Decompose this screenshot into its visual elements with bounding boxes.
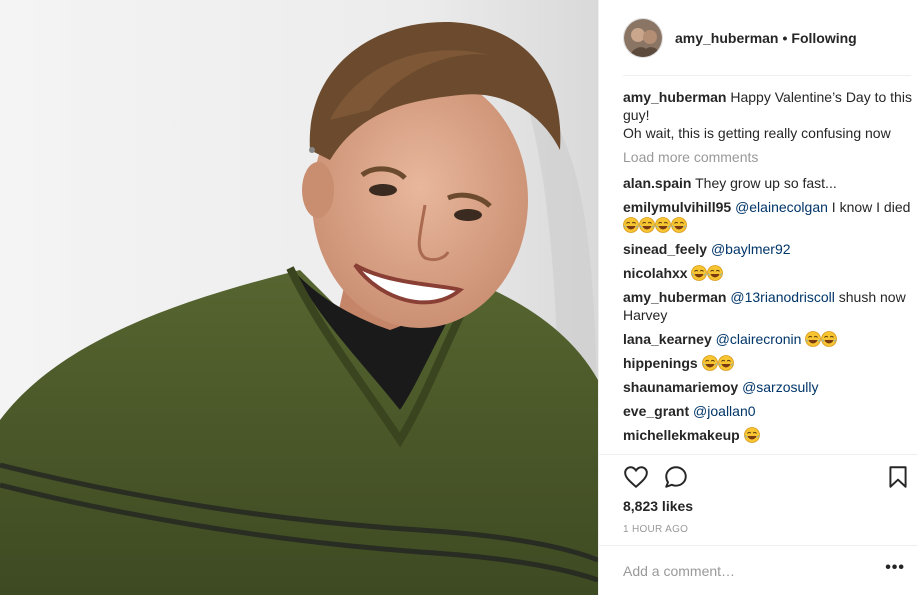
caption-line2: Oh wait, this is getting really confusin… [623, 125, 891, 141]
add-comment-input[interactable] [623, 559, 873, 583]
action-divider [599, 454, 918, 455]
comment-username[interactable]: michellekmakeup [623, 427, 740, 443]
following-button[interactable]: Following [791, 30, 856, 46]
comment-row: sinead_feely @baylmer92 [623, 240, 915, 258]
comment-mention-link[interactable]: @joallan0 [693, 403, 755, 419]
header-separator: • [782, 30, 788, 46]
caption: amy_huberman Happy Valentine’s Day to th… [623, 88, 915, 142]
comment-username[interactable]: nicolahxx [623, 265, 688, 281]
comments-list[interactable]: amy_huberman Happy Valentine’s Day to th… [623, 88, 915, 454]
comment-username[interactable]: emilymulvihill95 [623, 199, 731, 215]
laughing-emoji-icon [691, 265, 724, 281]
comment-text: I know I died [831, 199, 911, 215]
comment-username[interactable]: hippenings [623, 355, 698, 371]
laughing-emoji-icon [701, 355, 734, 371]
laughing-emoji-icon [623, 217, 687, 233]
bookmark-icon[interactable] [885, 464, 911, 490]
post-photo[interactable] [0, 0, 598, 595]
comment-row: michellekmakeup [623, 426, 915, 444]
more-options-button[interactable]: ••• [885, 559, 905, 577]
comment-username[interactable]: shaunamariemoy [623, 379, 738, 395]
comment-username[interactable]: alan.spain [623, 175, 691, 191]
header-username[interactable]: amy_huberman [675, 30, 778, 46]
comment-row: lana_kearney @clairecronin [623, 330, 915, 348]
post-side-panel: amy_huberman • Following amy_huberman Ha… [598, 0, 918, 595]
comment-mention-link[interactable]: @elainecolgan [735, 199, 828, 215]
post-timestamp[interactable]: 1 HOUR AGO [623, 524, 688, 535]
comment-text: They grow up so fast... [695, 175, 837, 191]
laughing-emoji-icon [805, 331, 838, 347]
add-comment-bar: ••• [599, 545, 918, 595]
likes-count[interactable]: 8,823 likes [623, 498, 693, 514]
comment-username[interactable]: amy_huberman [623, 289, 726, 305]
comment-row: eve_grant @joallan0 [623, 402, 915, 420]
comment-row: shaunamariemoy @sarzosully [623, 378, 915, 396]
comment-row: nicolahxx [623, 264, 915, 282]
avatar[interactable] [623, 18, 663, 58]
comment-username[interactable]: eve_grant [623, 403, 689, 419]
comment-row: alan.spain They grow up so fast... [623, 174, 915, 192]
header-divider [623, 75, 911, 76]
comment-mention-link[interactable]: @13rianodriscoll [730, 289, 834, 305]
comment-row: hippenings [623, 354, 915, 372]
portrait-illustration [0, 0, 598, 595]
post-header: amy_huberman • Following [599, 0, 918, 76]
comment-username[interactable]: sinead_feely [623, 241, 707, 257]
comment-mention-link[interactable]: @baylmer92 [711, 241, 791, 257]
action-bar [599, 454, 918, 494]
comment-mention-link[interactable]: @sarzosully [742, 379, 818, 395]
add-comment-divider [599, 545, 918, 546]
comment-row: amy_huberman @13rianodriscoll shush now … [623, 288, 915, 324]
comment-mention-link[interactable]: @clairecronin [716, 331, 802, 347]
caption-username[interactable]: amy_huberman [623, 89, 726, 105]
heart-icon[interactable] [623, 464, 649, 490]
load-more-comments-button[interactable]: Load more comments [623, 148, 915, 166]
comment-bubble-icon[interactable] [663, 464, 689, 490]
laughing-emoji-icon [743, 427, 760, 443]
comment-row: emilymulvihill95 @elainecolgan I know I … [623, 198, 915, 234]
comment-username[interactable]: lana_kearney [623, 331, 712, 347]
